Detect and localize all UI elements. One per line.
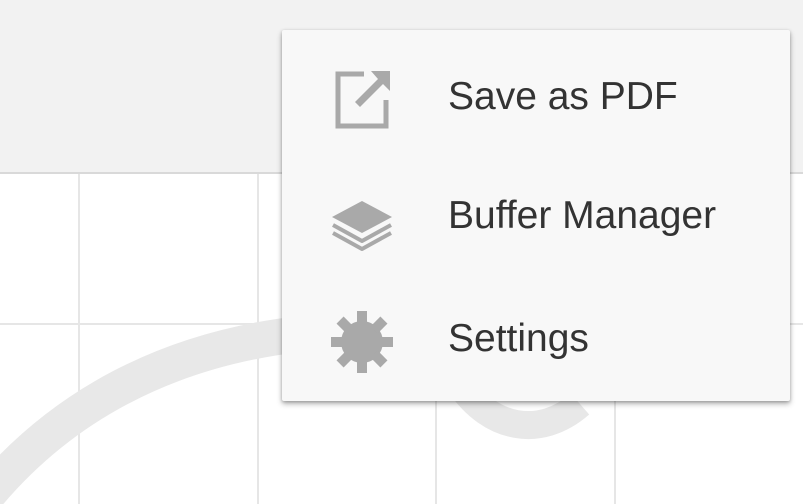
menu-item-label: Save as PDF — [448, 75, 678, 118]
menu-item-save-as-pdf[interactable]: Save as PDF — [282, 35, 790, 159]
export-icon — [335, 71, 390, 129]
layers-icon — [332, 201, 392, 251]
drawn-stroke — [0, 316, 303, 504]
menu-item-label: Settings — [448, 317, 589, 360]
menu-item-settings[interactable]: Settings — [282, 277, 790, 401]
overflow-menu: Save as PDF Buffer Manager Settings — [282, 30, 790, 401]
menu-item-label: Buffer Manager — [448, 194, 717, 237]
menu-item-buffer-manager[interactable]: Buffer Manager — [282, 154, 790, 278]
gear-icon — [331, 311, 393, 373]
